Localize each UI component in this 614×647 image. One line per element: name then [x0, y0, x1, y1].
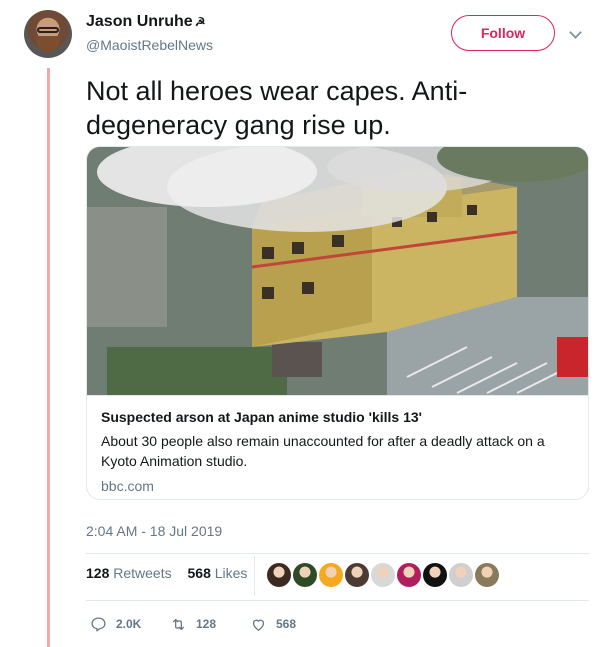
retweets-count: 128 [86, 565, 110, 581]
liker-avatar-icon[interactable] [319, 563, 343, 587]
liker-avatar-icon[interactable] [267, 563, 291, 587]
card-description-line: About 30 people also remain unaccounted … [101, 433, 545, 449]
liker-avatar-icon[interactable] [371, 563, 395, 587]
tweet-text: Not all heroes wear capes. Anti- degener… [86, 74, 586, 142]
liker-avatar-icon[interactable] [475, 563, 499, 587]
like-count: 568 [276, 617, 297, 631]
card-image [87, 147, 588, 395]
author-name-text: Jason Unruhe [86, 13, 193, 30]
liker-avatar-icon[interactable] [449, 563, 473, 587]
thread-line [47, 68, 50, 647]
card-photo [87, 147, 588, 395]
card-description: About 30 people also remain unaccounted … [101, 431, 576, 471]
reply-icon [91, 616, 106, 632]
divider [86, 600, 589, 601]
reply-button[interactable]: 2.0K [90, 614, 141, 634]
retweet-count: 128 [196, 617, 217, 631]
retweets-label: Retweets [113, 565, 172, 581]
retweet-icon [172, 618, 185, 630]
stats-separator [254, 556, 255, 596]
author-name[interactable]: Jason Unruhe ☭ [86, 13, 205, 31]
card-description-line: Kyoto Animation studio. [101, 453, 248, 469]
reply-count: 2.0K [116, 617, 142, 631]
liker-avatar-icon[interactable] [423, 563, 447, 587]
like-button[interactable]: 568 [250, 614, 296, 634]
author-handle[interactable]: @MaoistRebelNews [86, 37, 213, 53]
likes-label: Likes [214, 565, 248, 581]
link-card[interactable]: Suspected arson at Japan anime studio 'k… [86, 146, 589, 500]
liker-avatar-icon[interactable] [397, 563, 421, 587]
tweet-text-line: Not all heroes wear capes. Anti- [86, 76, 468, 106]
tweet-timestamp[interactable]: 2:04 AM - 18 Jul 2019 [86, 523, 222, 539]
liker-avatar-icon[interactable] [345, 563, 369, 587]
card-domain: bbc.com [101, 478, 154, 494]
divider [86, 553, 589, 554]
tweet-text-line: degeneracy gang rise up. [86, 110, 391, 140]
card-body: Suspected arson at Japan anime studio 'k… [87, 395, 588, 499]
hammer-sickle-icon: ☭ [194, 15, 206, 29]
avatar-beard [36, 36, 60, 52]
heart-icon [252, 619, 265, 631]
engagement-stats: 128 Retweets 568 Likes [86, 565, 259, 581]
chevron-down-icon[interactable] [569, 26, 582, 39]
retweet-button[interactable]: 128 [170, 614, 216, 634]
avatar-glasses [37, 27, 59, 33]
follow-button[interactable]: Follow [451, 15, 555, 51]
card-title: Suspected arson at Japan anime studio 'k… [101, 409, 422, 425]
retweets-stat[interactable]: 128 Retweets [86, 565, 172, 581]
liker-avatar-icon[interactable] [293, 563, 317, 587]
likes-stat[interactable]: 568 Likes [188, 565, 248, 581]
author-avatar[interactable] [24, 10, 72, 58]
likes-count: 568 [187, 565, 211, 581]
